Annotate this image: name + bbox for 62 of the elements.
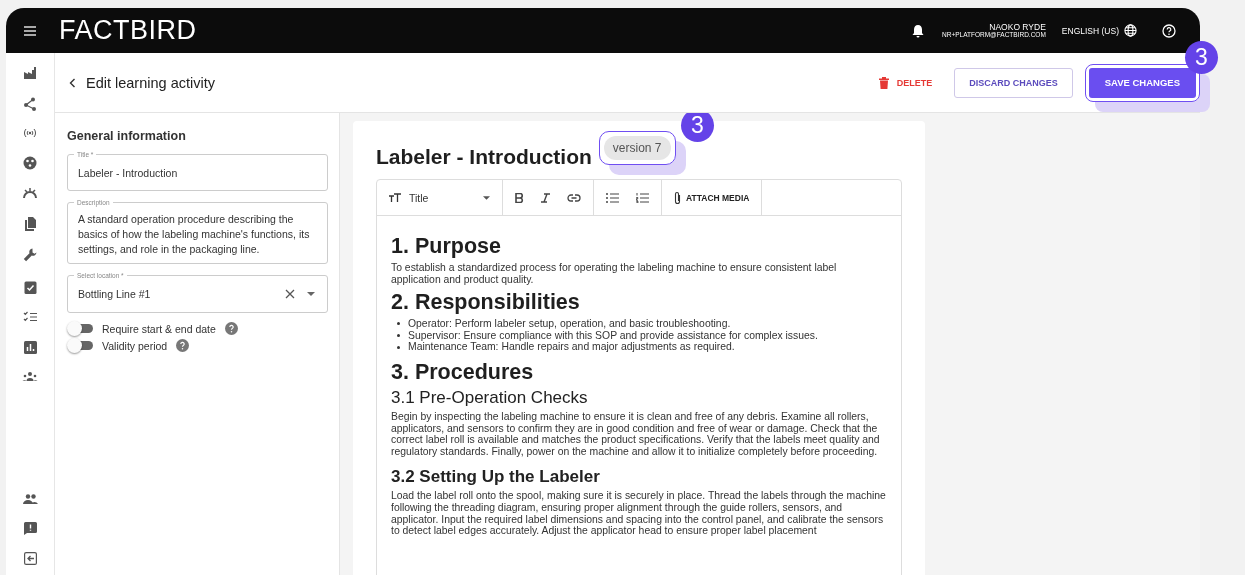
clipboard-check-icon[interactable] xyxy=(23,279,37,294)
logo[interactable]: FACTBIRD xyxy=(59,15,197,46)
list-item: Operator: Perform labeler setup, operation, and basic troubleshooting. xyxy=(408,318,731,330)
bullet-icon xyxy=(397,334,400,338)
groups-icon[interactable] xyxy=(22,371,38,381)
share-icon[interactable] xyxy=(23,96,37,111)
toggle-label: Require start & end date xyxy=(102,322,216,335)
globe-icon xyxy=(1124,24,1137,37)
link-icon[interactable] xyxy=(567,193,581,202)
text-size-icon xyxy=(389,193,401,202)
bullet-icon xyxy=(397,345,400,349)
bullet-icon xyxy=(397,322,400,326)
clear-icon[interactable] xyxy=(285,289,295,299)
gauge-icon[interactable] xyxy=(22,187,38,199)
paragraph: Begin by inspecting the labeling machine to ensure it is clean and free of any debris. Examine all rollers, applicators, and sensors to confirm they are in good condition and free of wear or damage. Check that the correct label roll is available and matches the product specifications. Verify that the labels meet quality and regulatory standards. Finally, power on the machine and allow it to initialize completely before proceeding. xyxy=(391,410,881,458)
list-item: Supervisor: Ensure compliance with this SOP and provide assistance for complex issues. xyxy=(408,329,818,342)
signal-icon[interactable] xyxy=(22,128,38,138)
toggle-switch[interactable] xyxy=(69,324,93,333)
numbered-list-icon[interactable] xyxy=(636,192,649,203)
section-heading: 3. Procedures xyxy=(391,358,535,385)
section-heading: 1. Purpose xyxy=(391,233,502,259)
toggle-switch[interactable] xyxy=(69,341,93,350)
dropdown-caret-icon xyxy=(483,195,490,200)
delete-button[interactable]: DELETE xyxy=(872,75,939,90)
text-editor[interactable] xyxy=(376,179,902,575)
people-icon[interactable] xyxy=(22,494,38,504)
menu-icon[interactable] xyxy=(23,24,37,37)
page-title: Edit learning activity xyxy=(86,74,215,91)
version-chip: version 7 xyxy=(603,135,671,160)
bulleted-list-icon[interactable] xyxy=(606,192,619,203)
checklist-icon[interactable] xyxy=(23,311,37,323)
save-changes-button[interactable]: SAVE CHANGES xyxy=(1088,67,1196,98)
paragraph: To establish a standardized process for operating the labeling machine to ensure consistent label application and product quality. xyxy=(391,262,838,286)
list-item: Maintenance Team: Handle repairs and major adjustments as required. xyxy=(408,341,735,353)
documents-icon[interactable] xyxy=(23,216,37,231)
paperclip-icon xyxy=(674,190,681,205)
section-heading: General information xyxy=(67,129,187,143)
language-selector[interactable]: ENGLISH (US) xyxy=(1061,24,1137,37)
subsection-heading: 3.1 Pre-Operation Checks xyxy=(391,386,589,408)
user-name[interactable]: NAOKO RYDE xyxy=(989,23,1046,32)
subsection-heading: 3.2 Setting Up the Labeler xyxy=(391,466,601,488)
discard-changes-button[interactable]: DISCARD CHANGES xyxy=(954,67,1073,98)
bar-chart-icon[interactable] xyxy=(23,340,37,354)
back-icon[interactable] xyxy=(69,77,76,88)
document-title: Labeler - Introduction xyxy=(376,145,592,169)
bell-icon[interactable] xyxy=(912,23,925,38)
step-badge: 3 xyxy=(1185,41,1218,74)
wrench-icon[interactable] xyxy=(23,248,37,262)
section-heading: 2. Responsibilities xyxy=(391,289,581,316)
text-style-dropdown[interactable]: Title xyxy=(377,180,503,215)
toggle-label: Validity period xyxy=(102,339,168,352)
feedback-icon[interactable] xyxy=(23,521,37,535)
factory-icon[interactable] xyxy=(23,67,37,79)
dropdown-caret-icon[interactable] xyxy=(307,292,315,296)
attach-media-button[interactable]: ATTACH MEDIA xyxy=(662,180,763,215)
trash-icon xyxy=(878,76,889,89)
bold-icon[interactable] xyxy=(515,192,524,203)
help-icon[interactable] xyxy=(1162,23,1176,38)
logout-icon[interactable] xyxy=(23,552,37,565)
paragraph: Load the label roll onto the spool, making sure it is securely in place. Thread the labels through the machine following the threading diagram, ensuring proper alignment through the guide rollers, sensors, and applicator. Input the required label dimensions and spacing into the control panel, and calibrate the sensors to detect label edges accurately. Adjust the applicator head to ensure proper label placement xyxy=(391,490,887,537)
step-badge: 3 xyxy=(681,113,714,142)
italic-icon[interactable] xyxy=(541,192,550,203)
